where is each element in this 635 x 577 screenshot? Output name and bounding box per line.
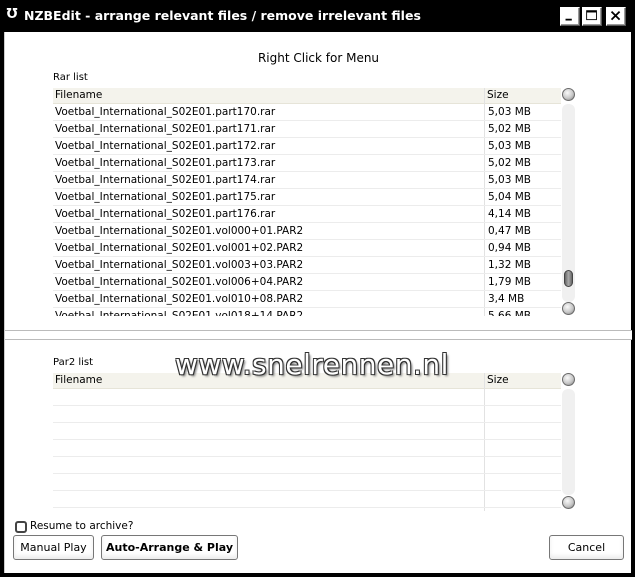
rar-list[interactable]: Filename Size Voetbal_International_S02E… [53, 88, 561, 316]
resume-checkbox[interactable] [15, 521, 27, 533]
table-row[interactable]: Voetbal_International_S02E01.vol003+03.P… [53, 257, 561, 274]
table-row[interactable]: Voetbal_International_S02E01.part176.rar… [53, 206, 561, 223]
par2-list-label: Par2 list [53, 357, 94, 368]
splitter[interactable] [5, 330, 632, 340]
size-cell: 5,03 MB [488, 106, 531, 118]
filename-cell: Voetbal_International_S02E01.vol001+02.P… [55, 242, 304, 254]
size-cell: 3,4 MB [488, 293, 525, 305]
table-row[interactable]: Voetbal_International_S02E01.part172.rar… [53, 138, 561, 155]
close-button[interactable] [606, 7, 626, 26]
maximize-button[interactable] [582, 7, 602, 26]
right-click-hint: Right Click for Menu [257, 51, 380, 65]
table-row[interactable]: Voetbal_International_S02E01.vol010+08.P… [53, 291, 561, 308]
filename-cell: Voetbal_International_S02E01.part175.rar [55, 191, 276, 203]
app-icon: Ʊ [6, 7, 18, 22]
column-header-filename[interactable]: Filename [55, 89, 102, 101]
size-cell: 0,47 MB [488, 225, 531, 237]
par2-list-rows [53, 389, 561, 508]
table-row[interactable]: Voetbal_International_S02E01.part173.rar… [53, 155, 561, 172]
empty-row [53, 474, 561, 491]
scroll-down-button[interactable] [562, 496, 575, 509]
column-header-filename[interactable]: Filename [55, 374, 102, 386]
size-cell: 5,04 MB [488, 191, 531, 203]
cancel-button[interactable]: Cancel [549, 535, 624, 560]
watermark-text: www.snelrennen.nl [175, 348, 449, 381]
empty-row [53, 440, 561, 457]
size-cell: 5,02 MB [488, 123, 531, 135]
filename-cell: Voetbal_International_S02E01.part173.rar [55, 157, 276, 169]
par2-scroll-track[interactable] [562, 389, 575, 495]
scroll-down-button[interactable] [562, 302, 575, 315]
close-icon [610, 10, 621, 21]
filename-cell: Voetbal_International_S02E01.vol003+03.P… [55, 259, 304, 271]
filename-cell: Voetbal_International_S02E01.part176.rar [55, 208, 276, 220]
table-row[interactable]: Voetbal_International_S02E01.vol018+14.P… [53, 308, 561, 316]
table-row[interactable]: Voetbal_International_S02E01.vol000+01.P… [53, 223, 561, 240]
filename-cell: Voetbal_International_S02E01.part171.rar [55, 123, 276, 135]
filename-cell: Voetbal_International_S02E01.part174.rar [55, 174, 276, 186]
rar-scroll-thumb[interactable] [564, 270, 573, 287]
column-header-size[interactable]: Size [487, 89, 509, 101]
empty-row [53, 491, 561, 508]
par2-list[interactable]: Filename Size [53, 373, 561, 511]
filename-cell: Voetbal_International_S02E01.vol000+01.P… [55, 225, 304, 237]
window-title: NZBEdit - arrange relevant files / remov… [24, 8, 421, 23]
minimize-icon [565, 18, 572, 21]
table-row[interactable]: Voetbal_International_S02E01.part171.rar… [53, 121, 561, 138]
size-cell: 5,02 MB [488, 157, 531, 169]
filename-cell: Voetbal_International_S02E01.vol018+14.P… [55, 310, 304, 316]
table-row[interactable]: Voetbal_International_S02E01.part174.rar… [53, 172, 561, 189]
maximize-icon [586, 10, 597, 21]
table-row[interactable]: Voetbal_International_S02E01.part175.rar… [53, 189, 561, 206]
scroll-up-button[interactable] [562, 88, 575, 101]
size-cell: 5,03 MB [488, 140, 531, 152]
size-cell: 1,32 MB [488, 259, 531, 271]
table-row[interactable]: Voetbal_International_S02E01.part170.rar… [53, 104, 561, 121]
empty-row [53, 389, 561, 406]
table-row[interactable]: Voetbal_International_S02E01.vol006+04.P… [53, 274, 561, 291]
empty-row [53, 423, 561, 440]
client-area: Right Click for Menu Rar list Filename S… [4, 32, 632, 573]
filename-cell: Voetbal_International_S02E01.part172.rar [55, 140, 276, 152]
scroll-up-button[interactable] [562, 373, 575, 386]
size-cell: 5,03 MB [488, 174, 531, 186]
size-cell: 4,14 MB [488, 208, 531, 220]
size-cell: 5,66 MB [488, 310, 531, 316]
size-cell: 0,94 MB [488, 242, 531, 254]
manual-play-button[interactable]: Manual Play [13, 535, 94, 560]
rar-list-label: Rar list [53, 72, 88, 83]
table-row[interactable]: Voetbal_International_S02E01.vol001+02.P… [53, 240, 561, 257]
filename-cell: Voetbal_International_S02E01.part170.rar [55, 106, 276, 118]
empty-row [53, 406, 561, 423]
auto-arrange-play-button[interactable]: Auto-Arrange & Play [101, 535, 238, 560]
minimize-button[interactable] [560, 7, 580, 26]
app-window: Ʊ NZBEdit - arrange relevant files / rem… [0, 0, 635, 577]
column-header-size[interactable]: Size [487, 374, 509, 386]
empty-row [53, 457, 561, 474]
filename-cell: Voetbal_International_S02E01.vol010+08.P… [55, 293, 304, 305]
resume-checkbox-label: Resume to archive? [30, 520, 134, 532]
size-cell: 1,79 MB [488, 276, 531, 288]
filename-cell: Voetbal_International_S02E01.vol006+04.P… [55, 276, 304, 288]
rar-list-rows: Voetbal_International_S02E01.part170.rar… [53, 104, 561, 316]
rar-list-header: Filename Size [53, 88, 561, 316]
title-bar[interactable]: Ʊ NZBEdit - arrange relevant files / rem… [0, 0, 635, 32]
